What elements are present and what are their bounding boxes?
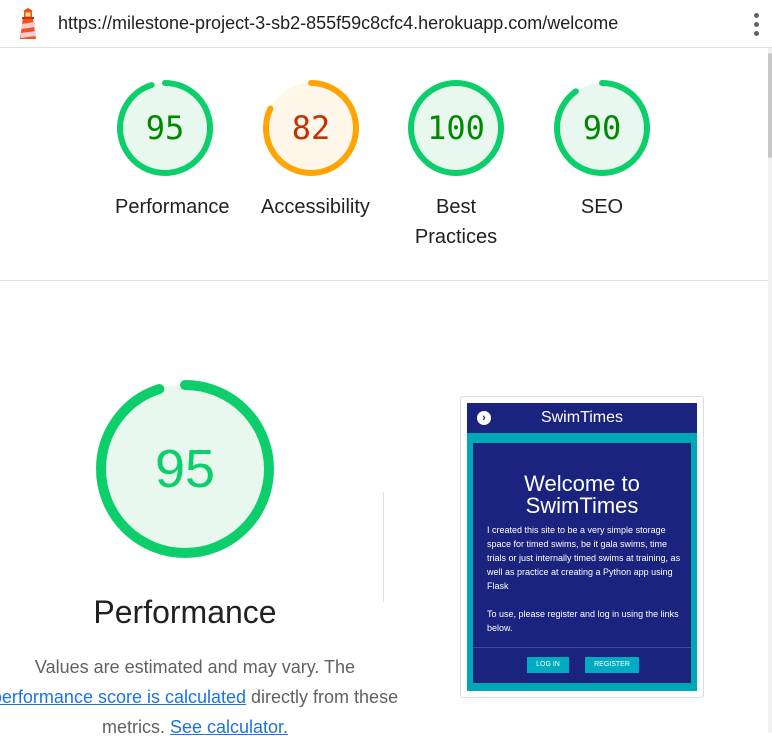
performance-score-link[interactable]: performance score is calculated	[0, 687, 246, 707]
url-bar: https://milestone-project-3-sb2-855f59c8…	[0, 0, 772, 48]
gauge-score: 82	[292, 109, 331, 147]
screenshot-register-button: REGISTER	[585, 657, 639, 673]
performance-gauge-large: 95	[96, 380, 274, 558]
more-vert-icon[interactable]	[748, 10, 764, 40]
gauge-label: SEO	[580, 196, 624, 218]
screenshot-intro-text: I created this site to be a very simple …	[487, 525, 681, 591]
gauge-ring: 82	[263, 80, 359, 176]
gauge-label: Performance	[115, 196, 230, 218]
page-screenshot[interactable]: › SwimTimes Welcome to SwimTimes I creat…	[460, 396, 704, 698]
performance-description: Values are estimated and may vary. The p…	[0, 652, 400, 742]
gauge-score: 90	[583, 109, 622, 147]
see-calculator-link[interactable]: See calculator.	[170, 717, 288, 737]
gauge-seo[interactable]: 90 SEO	[552, 78, 652, 222]
gauge-label: Best Practices	[414, 196, 498, 248]
screenshot-heading: Welcome to SwimTimes	[473, 473, 691, 517]
screenshot-welcome-card: Welcome to SwimTimes I created this site…	[473, 443, 691, 683]
gauge-label: Accessibility	[261, 196, 370, 218]
scrollbar-thumb[interactable]	[768, 53, 772, 158]
screenshot-divider	[473, 647, 691, 648]
screenshot-brand: SwimTimes	[540, 409, 624, 426]
screenshot-instructions: To use, please register and log in using…	[487, 609, 679, 633]
section-divider	[0, 280, 768, 281]
screenshot-navbar: › SwimTimes	[467, 403, 697, 433]
gauge-ring: 100	[408, 80, 504, 176]
gauge-score: 100	[427, 109, 485, 147]
screenshot-heading-line2: SwimTimes	[525, 493, 639, 518]
gauge-accessibility[interactable]: 82 Accessibility	[261, 78, 370, 222]
lighthouse-icon	[20, 8, 36, 39]
desc-prefix: Values are estimated and may vary. The	[34, 657, 356, 677]
performance-title: Performance	[93, 594, 277, 630]
performance-score-large: 95	[155, 439, 215, 499]
vertical-divider	[383, 492, 384, 602]
screenshot-heading-line1: Welcome to	[524, 471, 640, 496]
gauge-ring: 90	[554, 80, 650, 176]
gauge-score: 95	[146, 109, 185, 147]
screenshot-viewport: › SwimTimes Welcome to SwimTimes I creat…	[467, 403, 697, 691]
scrollbar[interactable]	[768, 48, 772, 733]
screenshot-login-button: LOG IN	[527, 657, 569, 673]
page-url: https://milestone-project-3-sb2-855f59c8…	[58, 13, 619, 33]
gauge-performance[interactable]: 95 Performance	[115, 78, 230, 222]
gauge-ring: 95	[117, 80, 213, 176]
gauge-best-practices[interactable]: 100 Best Practices	[406, 78, 506, 252]
